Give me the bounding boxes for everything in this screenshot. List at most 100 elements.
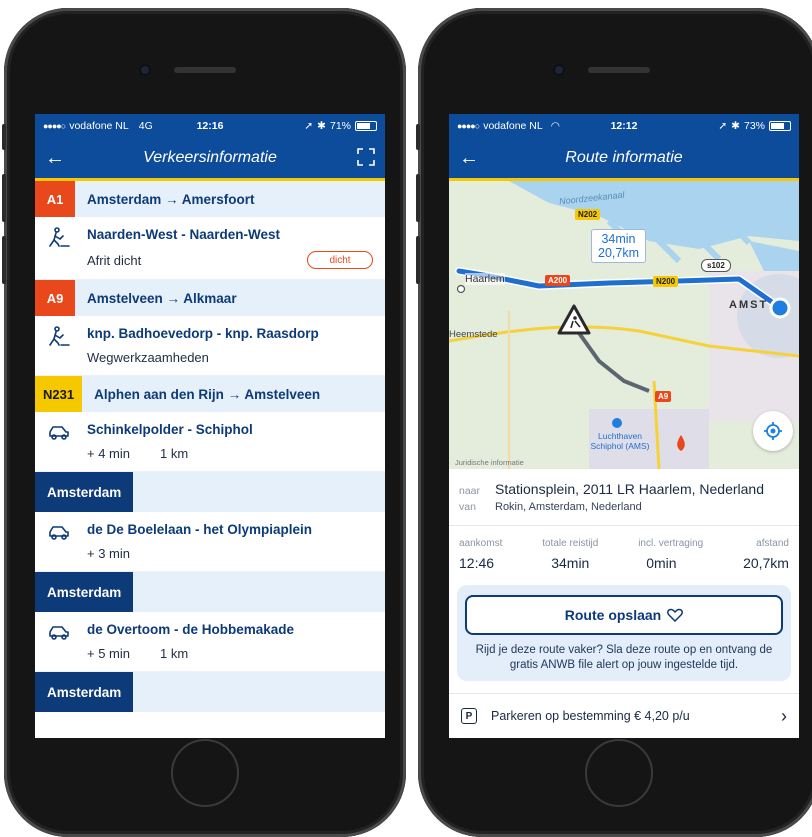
- incident-location: Naarden-West - Naarden-West: [87, 227, 281, 242]
- map-canvas[interactable]: [449, 181, 799, 469]
- signal-icon: ●●●●○: [43, 121, 66, 131]
- mute-switch: [2, 124, 6, 150]
- road-badge: A9: [35, 280, 75, 316]
- page-title: Route informatie: [565, 149, 683, 166]
- carrier-name: vodafone NL: [483, 120, 543, 132]
- city-header[interactable]: Amsterdam: [35, 572, 385, 612]
- status-badge: dicht: [307, 251, 373, 269]
- earpiece-speaker: [174, 67, 236, 73]
- list-item[interactable]: de De Boelelaan - het Olympiaplein + 3 m…: [35, 512, 385, 572]
- road-shield-s102: s102: [701, 259, 731, 272]
- road-header-n231[interactable]: N231 Alphen aan den Rijn → Amstelveen: [35, 376, 385, 412]
- signal-icon: ●●●●○: [457, 121, 480, 131]
- promo-text: Rijd je deze route vaker? Sla deze route…: [475, 644, 773, 671]
- page-title: Verkeersinformatie: [143, 149, 277, 166]
- roadwork-icon: [49, 227, 70, 247]
- city-header[interactable]: Amsterdam: [35, 672, 385, 712]
- save-route-label: Route opslaan: [564, 607, 662, 623]
- stat-total-time: totale reistijd 34min: [542, 538, 599, 571]
- callout-time: 34min: [601, 232, 636, 246]
- location-icon: ➚: [304, 120, 314, 132]
- expand-icon[interactable]: [357, 148, 375, 166]
- jam-length: 1 km: [160, 646, 189, 661]
- route-direction: Alphen aan den Rijn → Amstelveen: [94, 386, 321, 402]
- list-item[interactable]: de Overtoom - de Hobbemakade + 5 min 1 k…: [35, 612, 385, 672]
- delay-time: + 4 min: [87, 446, 130, 461]
- location-icon: ➚: [718, 120, 728, 132]
- from-label: van: [459, 501, 476, 513]
- battery-percent: 71%: [329, 120, 351, 132]
- wifi-icon: ◠: [550, 120, 560, 132]
- map-legal-link[interactable]: Juridische informatie: [455, 458, 524, 467]
- incident-detail: Afrit dicht: [87, 252, 142, 268]
- front-camera: [139, 64, 151, 76]
- volume-down-button: [416, 236, 420, 284]
- parking-row[interactable]: P Parkeren op bestemming € 4,20 p/u ›: [449, 693, 799, 738]
- front-camera: [553, 64, 565, 76]
- route-direction: Amstelveen → Alkmaar: [87, 290, 237, 306]
- screen-verkeersinformatie: ●●●●○ vodafone NL 4G 12:16 ➚ ✱ 71% ← Ver…: [35, 114, 385, 738]
- route-map[interactable]: Noordzeekanaal N202 A200 N200 s102 A9 Ha…: [449, 181, 799, 469]
- battery-icon: [769, 121, 791, 131]
- to-label: naar: [459, 485, 481, 497]
- delay-time: + 3 min: [87, 546, 130, 561]
- route-stats: aankomst 12:46 totale reistijd 34min inc…: [449, 526, 799, 577]
- mute-switch: [416, 124, 420, 150]
- home-button: [585, 739, 653, 807]
- incident-location: de Overtoom - de Hobbemakade: [87, 622, 295, 637]
- city-badge: Amsterdam: [35, 572, 134, 612]
- delay-time: + 5 min: [87, 646, 130, 661]
- home-button: [171, 739, 239, 807]
- stat-arrival: aankomst 12:46: [459, 538, 503, 571]
- list-item[interactable]: Schinkelpolder - Schiphol + 4 min 1 km: [35, 412, 385, 472]
- nav-bar: ← Route informatie: [449, 138, 799, 181]
- map-label-haarlem: Haarlem: [465, 273, 505, 285]
- list-item[interactable]: knp. Badhoevedorp - knp. Raasdorp Wegwer…: [35, 316, 385, 376]
- map-label-amsterdam: AMST: [729, 299, 769, 311]
- carrier-name: vodafone NL: [69, 120, 129, 132]
- back-arrow-icon[interactable]: ←: [449, 147, 489, 170]
- incident-detail: Wegwerkzaamheden: [87, 350, 209, 365]
- road-header-a1[interactable]: A1 Amsterdam → Amersfoort: [35, 181, 385, 217]
- car-icon: [49, 426, 69, 440]
- car-icon: [49, 626, 69, 640]
- incident-location: Schinkelpolder - Schiphol: [87, 422, 253, 437]
- road-header-a9[interactable]: A9 Amstelveen → Alkmaar: [35, 280, 385, 316]
- volume-up-button: [2, 174, 6, 222]
- bluetooth-icon: ✱: [731, 120, 740, 132]
- road-shield-n200: N200: [653, 276, 679, 287]
- earpiece-speaker: [588, 67, 650, 73]
- route-direction: Amsterdam → Amersfoort: [87, 191, 255, 207]
- back-arrow-icon[interactable]: ←: [35, 147, 75, 170]
- status-bar: ●●●●○ vodafone NL ◠ 12:12 ➚ ✱ 73%: [449, 114, 799, 138]
- traffic-list: A1 Amsterdam → Amersfoort Naarden-West -…: [35, 181, 385, 712]
- list-item[interactable]: Naarden-West - Naarden-West Afrit dicht …: [35, 217, 385, 280]
- start-point-marker: [456, 284, 466, 294]
- volume-up-button: [416, 174, 420, 222]
- roadwork-icon: [49, 326, 70, 346]
- save-route-button[interactable]: Route opslaan: [465, 595, 783, 635]
- city-badge: Amsterdam: [35, 472, 134, 512]
- map-label-airport: Luchthaven Schiphol (AMS): [590, 431, 650, 451]
- road-badge: A1: [35, 181, 75, 217]
- road-shield-a9: A9: [655, 391, 672, 402]
- route-address-block: naar Stationsplein, 2011 LR Haarlem, Ned…: [449, 469, 799, 526]
- route-callout[interactable]: 34min 20,7km: [591, 229, 646, 263]
- city-badge: Amsterdam: [35, 672, 134, 712]
- origin-address: Rokin, Amsterdam, Nederland: [495, 501, 642, 513]
- destination-marker: [769, 297, 791, 319]
- nav-bar: ← Verkeersinformatie: [35, 138, 385, 181]
- screen-route-informatie: ●●●●○ vodafone NL ◠ 12:12 ➚ ✱ 73% ← Rout…: [449, 114, 799, 738]
- volume-down-button: [2, 236, 6, 284]
- car-icon: [49, 526, 69, 540]
- locate-me-button[interactable]: [753, 411, 793, 451]
- save-route-promo: Route opslaan Rijd je deze route vaker? …: [457, 585, 791, 681]
- road-shield-a200: A200: [545, 275, 571, 286]
- city-header[interactable]: Amsterdam: [35, 472, 385, 512]
- phone-frame-left: ●●●●○ vodafone NL 4G 12:16 ➚ ✱ 71% ← Ver…: [2, 8, 406, 837]
- crosshair-icon: [764, 422, 782, 440]
- parking-text: Parkeren op bestemming € 4,20 p/u: [491, 709, 690, 723]
- battery-percent: 73%: [743, 120, 765, 132]
- road-badge: N231: [35, 376, 83, 412]
- incident-location: knp. Badhoevedorp - knp. Raasdorp: [87, 326, 319, 341]
